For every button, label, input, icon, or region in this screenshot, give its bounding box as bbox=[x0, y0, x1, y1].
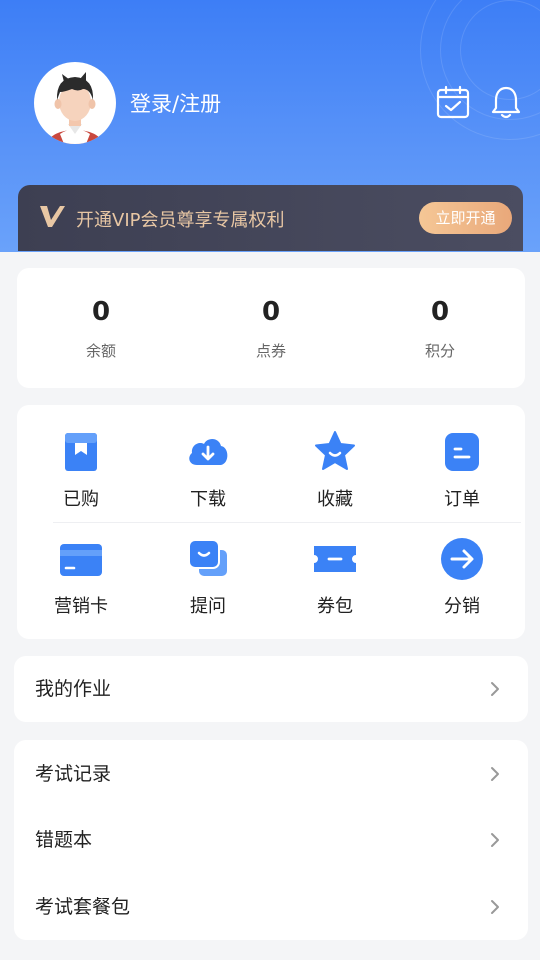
list-item-wrong-questions[interactable]: 错题本 bbox=[14, 807, 528, 873]
grid-item-marketing-card[interactable]: 营销卡 bbox=[26, 536, 136, 618]
list-item-my-homework[interactable]: 我的作业 bbox=[14, 656, 528, 722]
calendar-check-icon[interactable] bbox=[435, 84, 471, 120]
grid-item-label: 下载 bbox=[190, 489, 226, 510]
coupon-icon bbox=[314, 546, 356, 572]
list-item-label: 我的作业 bbox=[35, 678, 112, 700]
card-icon bbox=[60, 544, 102, 576]
grid-item-coupon-wallet[interactable]: 券包 bbox=[280, 536, 390, 618]
question-chat-icon bbox=[188, 539, 227, 576]
chevron-right-icon bbox=[491, 833, 499, 847]
list-item-label: 考试套餐包 bbox=[35, 896, 131, 918]
purchased-book-icon bbox=[65, 433, 97, 471]
stat-label: 点券 bbox=[255, 342, 286, 360]
grid-divider bbox=[53, 522, 521, 523]
grid-item-label: 已购 bbox=[63, 489, 99, 510]
grid-item-label: 营销卡 bbox=[54, 596, 108, 617]
chevron-right-icon bbox=[491, 767, 499, 781]
stat-label: 积分 bbox=[424, 342, 455, 360]
list-item-label: 考试记录 bbox=[35, 763, 112, 785]
login-register-link[interactable]: 登录/注册 bbox=[130, 88, 221, 118]
list-item-label: 错题本 bbox=[35, 829, 93, 851]
stat-points-coupon[interactable]: 0 点券 bbox=[211, 296, 331, 361]
stat-value: 0 bbox=[261, 297, 281, 327]
order-icon bbox=[445, 433, 479, 471]
open-vip-button[interactable]: 立即开通 bbox=[419, 202, 512, 234]
exam-card: 考试记录 错题本 考试套餐包 bbox=[14, 740, 528, 940]
grid-item-label: 分销 bbox=[444, 596, 480, 617]
chevron-right-icon bbox=[491, 900, 499, 914]
homework-card: 我的作业 bbox=[14, 656, 528, 722]
cloud-download-icon bbox=[189, 438, 228, 465]
avatar[interactable] bbox=[34, 62, 116, 144]
grid-item-label: 提问 bbox=[190, 596, 226, 617]
grid-item-orders[interactable]: 订单 bbox=[407, 429, 517, 511]
grid-item-label: 券包 bbox=[317, 596, 353, 617]
vip-logo-icon bbox=[40, 206, 65, 227]
stat-label: 余额 bbox=[85, 342, 116, 360]
grid-item-purchased[interactable]: 已购 bbox=[26, 429, 136, 511]
vip-promo-text: 开通VIP会员尊享专属权利 bbox=[76, 210, 285, 231]
vip-banner[interactable]: 开通VIP会员尊享专属权利 立即开通 bbox=[18, 185, 523, 251]
chevron-right-icon bbox=[491, 682, 499, 696]
stat-value: 0 bbox=[430, 297, 450, 327]
bell-icon[interactable] bbox=[488, 84, 524, 120]
grid-item-label: 收藏 bbox=[317, 489, 353, 510]
grid-item-download[interactable]: 下载 bbox=[153, 429, 263, 511]
avatar-image bbox=[49, 72, 101, 144]
stat-balance[interactable]: 0 余额 bbox=[41, 296, 161, 361]
list-item-exam-records[interactable]: 考试记录 bbox=[14, 741, 528, 807]
account-stats-card: 0 余额 0 点券 0 积分 bbox=[17, 268, 525, 388]
grid-item-questions[interactable]: 提问 bbox=[153, 536, 263, 618]
grid-item-label: 订单 bbox=[444, 489, 480, 510]
stat-value: 0 bbox=[91, 297, 111, 327]
list-item-exam-packages[interactable]: 考试套餐包 bbox=[14, 874, 528, 940]
grid-item-favorites[interactable]: 收藏 bbox=[280, 429, 390, 511]
grid-item-distribution[interactable]: 分销 bbox=[407, 536, 517, 618]
star-icon bbox=[315, 431, 355, 470]
stat-score[interactable]: 0 积分 bbox=[380, 296, 500, 361]
feature-grid-card: 已购 下载 收藏 订单 营销卡 提问 券包 分销 bbox=[17, 405, 525, 639]
arrow-right-circle-icon bbox=[441, 538, 483, 580]
